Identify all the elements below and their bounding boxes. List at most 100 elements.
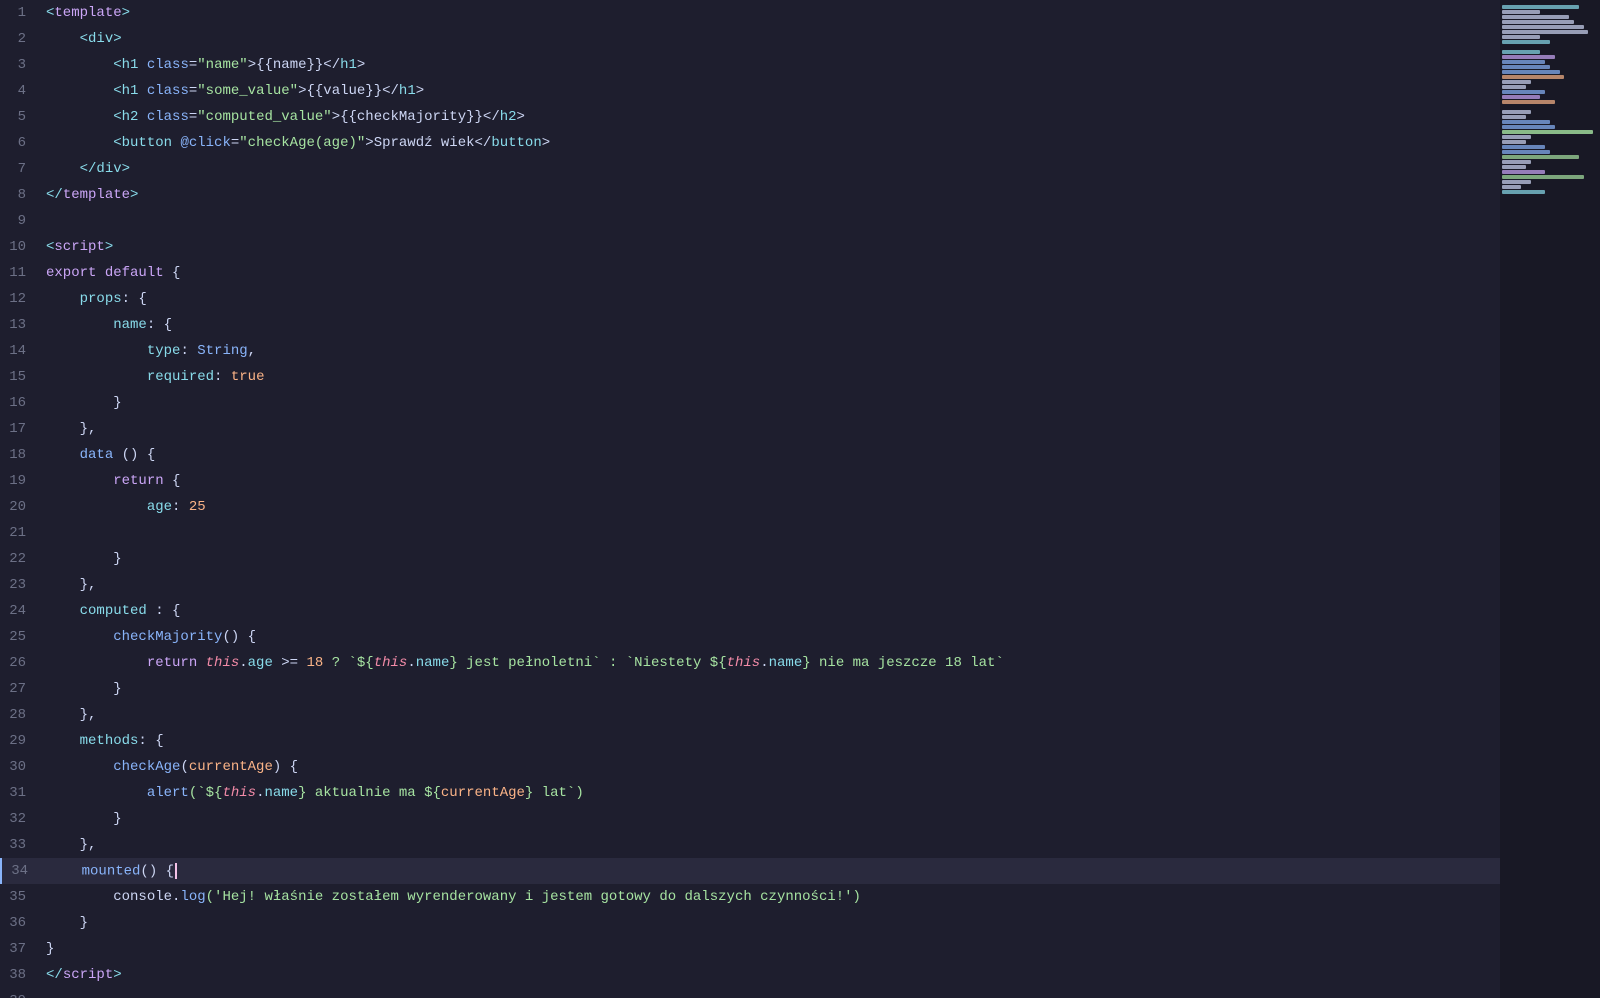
cursor	[175, 863, 177, 879]
line-content-37: }	[42, 941, 1500, 957]
line-content-4: <h1 class="some_value">{{value}}</h1>	[42, 83, 1500, 99]
code-line-23: 23 },	[0, 572, 1500, 598]
code-line-22: 22 }	[0, 546, 1500, 572]
code-line-17: 17 },	[0, 416, 1500, 442]
line-number-4: 4	[0, 83, 42, 99]
line-content-8: </template>	[42, 187, 1500, 203]
code-line-26: 26 return this.age >= 18 ? `${this.name}…	[0, 650, 1500, 676]
code-line-24: 24 computed : {	[0, 598, 1500, 624]
line-content-18: data () {	[42, 447, 1500, 463]
code-line-9: 9	[0, 208, 1500, 234]
code-line-8: 8</template>	[0, 182, 1500, 208]
code-line-1: 1<template>	[0, 0, 1500, 26]
line-number-3: 3	[0, 57, 42, 73]
line-number-25: 25	[0, 629, 42, 645]
line-content-3: <h1 class="name">{{name}}</h1>	[42, 57, 1500, 73]
line-number-33: 33	[0, 837, 42, 853]
line-number-31: 31	[0, 785, 42, 801]
editor-container: 1<template>2 <div>3 <h1 class="name">{{n…	[0, 0, 1600, 998]
code-line-20: 20 age: 25	[0, 494, 1500, 520]
code-line-10: 10<script>	[0, 234, 1500, 260]
line-number-7: 7	[0, 161, 42, 177]
line-number-24: 24	[0, 603, 42, 619]
code-line-14: 14 type: String,	[0, 338, 1500, 364]
line-content-13: name: {	[42, 317, 1500, 333]
line-content-36: }	[42, 915, 1500, 931]
line-content-34: mounted() {	[44, 863, 1500, 880]
minimap-content	[1500, 0, 1600, 199]
code-line-32: 32 }	[0, 806, 1500, 832]
line-number-5: 5	[0, 109, 42, 125]
line-content-1: <template>	[42, 5, 1500, 21]
line-number-30: 30	[0, 759, 42, 775]
line-content-27: }	[42, 681, 1500, 697]
line-number-27: 27	[0, 681, 42, 697]
line-content-17: },	[42, 421, 1500, 437]
code-line-25: 25 checkMajority() {	[0, 624, 1500, 650]
code-line-33: 33 },	[0, 832, 1500, 858]
line-content-30: checkAge(currentAge) {	[42, 759, 1500, 775]
line-content-35: console.log('Hej! właśnie zostałem wyren…	[42, 889, 1500, 905]
line-number-19: 19	[0, 473, 42, 489]
line-number-39: 39	[0, 993, 42, 998]
line-number-21: 21	[0, 525, 42, 541]
code-line-7: 7 </div>	[0, 156, 1500, 182]
code-line-16: 16 }	[0, 390, 1500, 416]
line-number-15: 15	[0, 369, 42, 385]
line-content-19: return {	[42, 473, 1500, 489]
code-line-38: 38</script>	[0, 962, 1500, 988]
line-content-16: }	[42, 395, 1500, 411]
line-number-17: 17	[0, 421, 42, 437]
code-line-15: 15 required: true	[0, 364, 1500, 390]
line-number-10: 10	[0, 239, 42, 255]
code-line-11: 11export default {	[0, 260, 1500, 286]
code-line-36: 36 }	[0, 910, 1500, 936]
line-content-12: props: {	[42, 291, 1500, 307]
line-content-26: return this.age >= 18 ? `${this.name} je…	[42, 655, 1500, 671]
line-content-2: <div>	[42, 31, 1500, 47]
code-line-31: 31 alert(`${this.name} aktualnie ma ${cu…	[0, 780, 1500, 806]
line-number-9: 9	[0, 213, 42, 229]
code-area: 1<template>2 <div>3 <h1 class="name">{{n…	[0, 0, 1500, 998]
line-content-38: </script>	[42, 967, 1500, 983]
code-line-21: 21	[0, 520, 1500, 546]
code-line-39: 39	[0, 988, 1500, 998]
line-number-34: 34	[2, 863, 44, 879]
line-content-7: </div>	[42, 161, 1500, 177]
line-number-8: 8	[0, 187, 42, 203]
line-number-1: 1	[0, 5, 42, 21]
line-content-33: },	[42, 837, 1500, 853]
code-line-4: 4 <h1 class="some_value">{{value}}</h1>	[0, 78, 1500, 104]
line-number-13: 13	[0, 317, 42, 333]
line-number-36: 36	[0, 915, 42, 931]
code-line-12: 12 props: {	[0, 286, 1500, 312]
line-content-10: <script>	[42, 239, 1500, 255]
minimap	[1500, 0, 1600, 998]
line-number-11: 11	[0, 265, 42, 281]
line-number-18: 18	[0, 447, 42, 463]
code-line-5: 5 <h2 class="computed_value">{{checkMajo…	[0, 104, 1500, 130]
line-content-6: <button @click="checkAge(age)">Sprawdź w…	[42, 135, 1500, 151]
line-number-16: 16	[0, 395, 42, 411]
code-line-27: 27 }	[0, 676, 1500, 702]
code-line-6: 6 <button @click="checkAge(age)">Sprawdź…	[0, 130, 1500, 156]
line-number-26: 26	[0, 655, 42, 671]
line-content-28: },	[42, 707, 1500, 723]
code-line-3: 3 <h1 class="name">{{name}}</h1>	[0, 52, 1500, 78]
code-line-34: 34 mounted() {	[0, 858, 1500, 884]
line-content-5: <h2 class="computed_value">{{checkMajori…	[42, 109, 1500, 125]
line-number-37: 37	[0, 941, 42, 957]
line-number-22: 22	[0, 551, 42, 567]
line-number-2: 2	[0, 31, 42, 47]
line-number-38: 38	[0, 967, 42, 983]
line-number-6: 6	[0, 135, 42, 151]
line-number-28: 28	[0, 707, 42, 723]
line-number-12: 12	[0, 291, 42, 307]
code-line-30: 30 checkAge(currentAge) {	[0, 754, 1500, 780]
code-line-37: 37}	[0, 936, 1500, 962]
code-line-29: 29 methods: {	[0, 728, 1500, 754]
line-content-31: alert(`${this.name} aktualnie ma ${curre…	[42, 785, 1500, 801]
line-content-32: }	[42, 811, 1500, 827]
line-number-20: 20	[0, 499, 42, 515]
code-line-2: 2 <div>	[0, 26, 1500, 52]
